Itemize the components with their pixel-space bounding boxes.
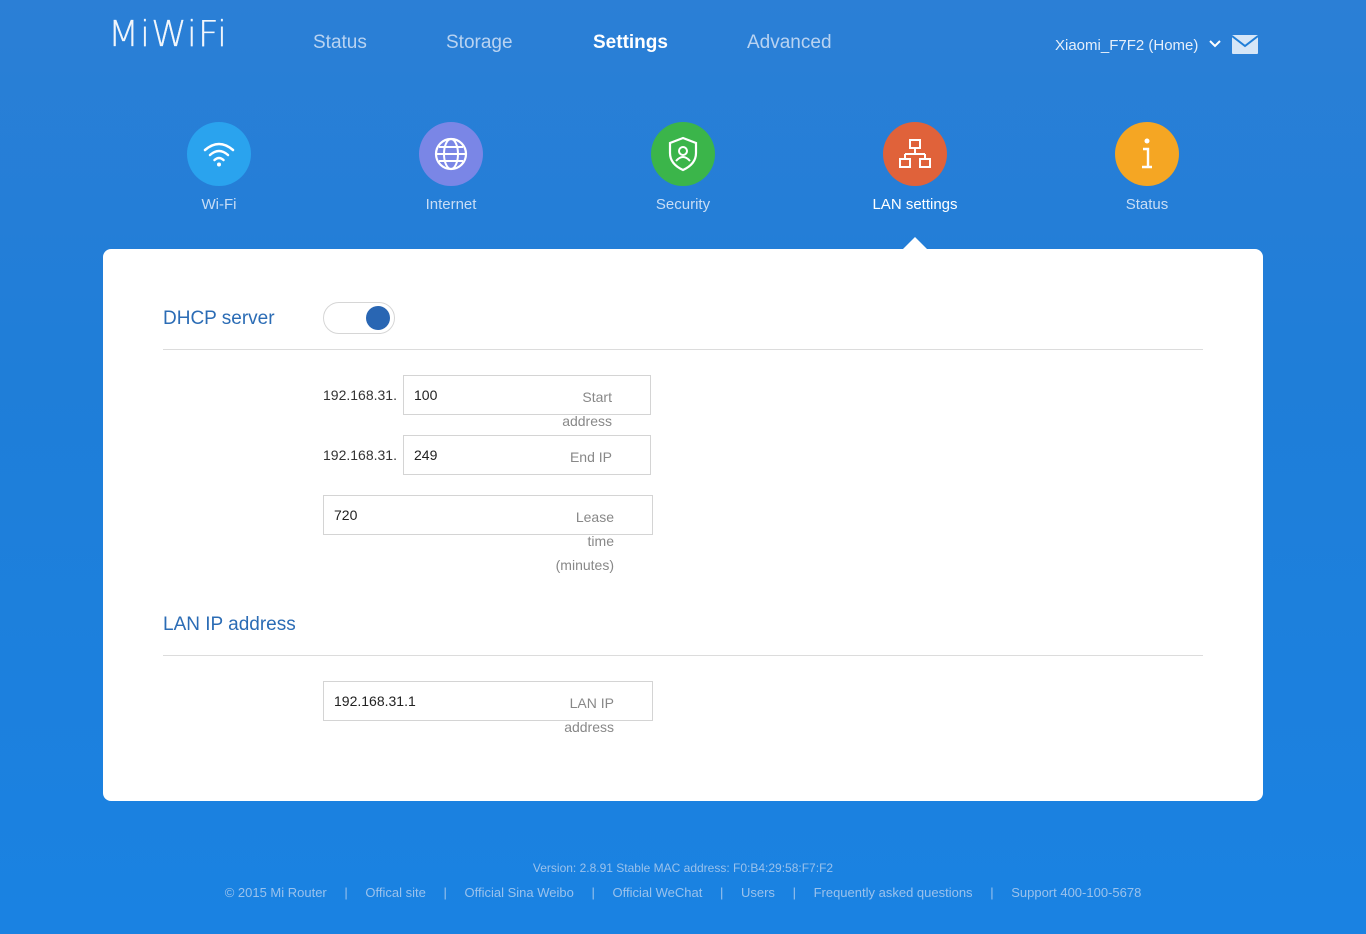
lan-section-title: LAN IP address [163,614,296,635]
ip-prefix-start: 192.168.31. [323,387,397,403]
footer-support[interactable]: Support 400-100-5678 [1011,885,1141,900]
settings-panel: DHCP server 192.168.31. 100 Start addres… [103,249,1263,801]
router-selector[interactable]: Xiaomi_F7F2 (Home) [1055,35,1221,54]
footer-separator: | [443,885,447,900]
footer-link-official-site[interactable]: Offical site [365,885,425,900]
footer-copyright: © 2015 Mi Router [224,885,327,900]
nav-settings[interactable]: Settings [593,32,668,54]
toggle-knob [366,306,390,330]
start-address-field[interactable]: 100 Start address [403,375,651,429]
lease-time-value: 720 [334,507,358,523]
lan-ip-field[interactable]: 192.168.31.1 LAN IP address [323,681,653,735]
lease-time-placeholder: Lease time (minutes) [555,509,614,573]
start-address-value: 100 [414,387,438,403]
ip-prefix-end: 192.168.31. [323,447,397,463]
category-label: Security [655,196,711,213]
globe-icon [419,122,483,186]
end-ip-placeholder: End IP [569,449,612,465]
divider [163,655,1203,656]
category-label: Internet [425,196,477,213]
nav-advanced[interactable]: Advanced [747,32,832,54]
footer-separator: | [344,885,348,900]
category-label: Wi-Fi [201,196,237,213]
active-tab-pointer [903,237,927,249]
router-name: Xiaomi_F7F2 (Home) [1055,37,1199,54]
footer-link-weibo[interactable]: Official Sina Weibo [465,885,574,900]
miwifi-logo[interactable]: MiWiFi [108,14,228,55]
start-address-placeholder: Start address [562,389,612,429]
mail-icon[interactable] [1231,35,1259,54]
footer-link-faq[interactable]: Frequently asked questions [814,885,973,900]
chevron-down-icon [1208,35,1221,52]
nav-storage[interactable]: Storage [446,32,513,54]
nav-status[interactable]: Status [313,32,367,54]
lease-time-field[interactable]: 720 Lease time (minutes) [323,495,653,573]
divider [163,349,1203,350]
shield-icon [651,122,715,186]
footer-links: © 2015 Mi Router | Offical site | Offici… [0,885,1366,900]
category-security[interactable]: Security [613,122,753,213]
dhcp-section-title: DHCP server [163,308,275,329]
category-wifi[interactable]: Wi-Fi [149,122,289,213]
footer-separator: | [792,885,796,900]
lan-ip-placeholder: LAN IP address [564,695,614,735]
category-internet[interactable]: Internet [381,122,521,213]
category-status[interactable]: Status [1077,122,1217,213]
footer-link-users[interactable]: Users [741,885,775,900]
end-ip-field[interactable]: 249 End IP [403,435,651,475]
category-label: LAN settings [872,196,958,213]
footer-separator: | [990,885,994,900]
category-lan-settings[interactable]: LAN settings [845,122,985,213]
wifi-icon [187,122,251,186]
category-label: Status [1125,196,1169,213]
footer-version: Version: 2.8.91 Stable MAC address: F0:B… [532,861,834,875]
end-ip-value: 249 [414,447,438,463]
footer-separator: | [719,885,724,900]
lan-ip-value: 192.168.31.1 [334,693,416,709]
footer-link-wechat[interactable]: Official WeChat [613,885,703,900]
info-icon [1115,122,1179,186]
dhcp-toggle[interactable] [323,302,395,334]
network-icon [883,122,947,186]
footer-separator: | [591,885,595,900]
